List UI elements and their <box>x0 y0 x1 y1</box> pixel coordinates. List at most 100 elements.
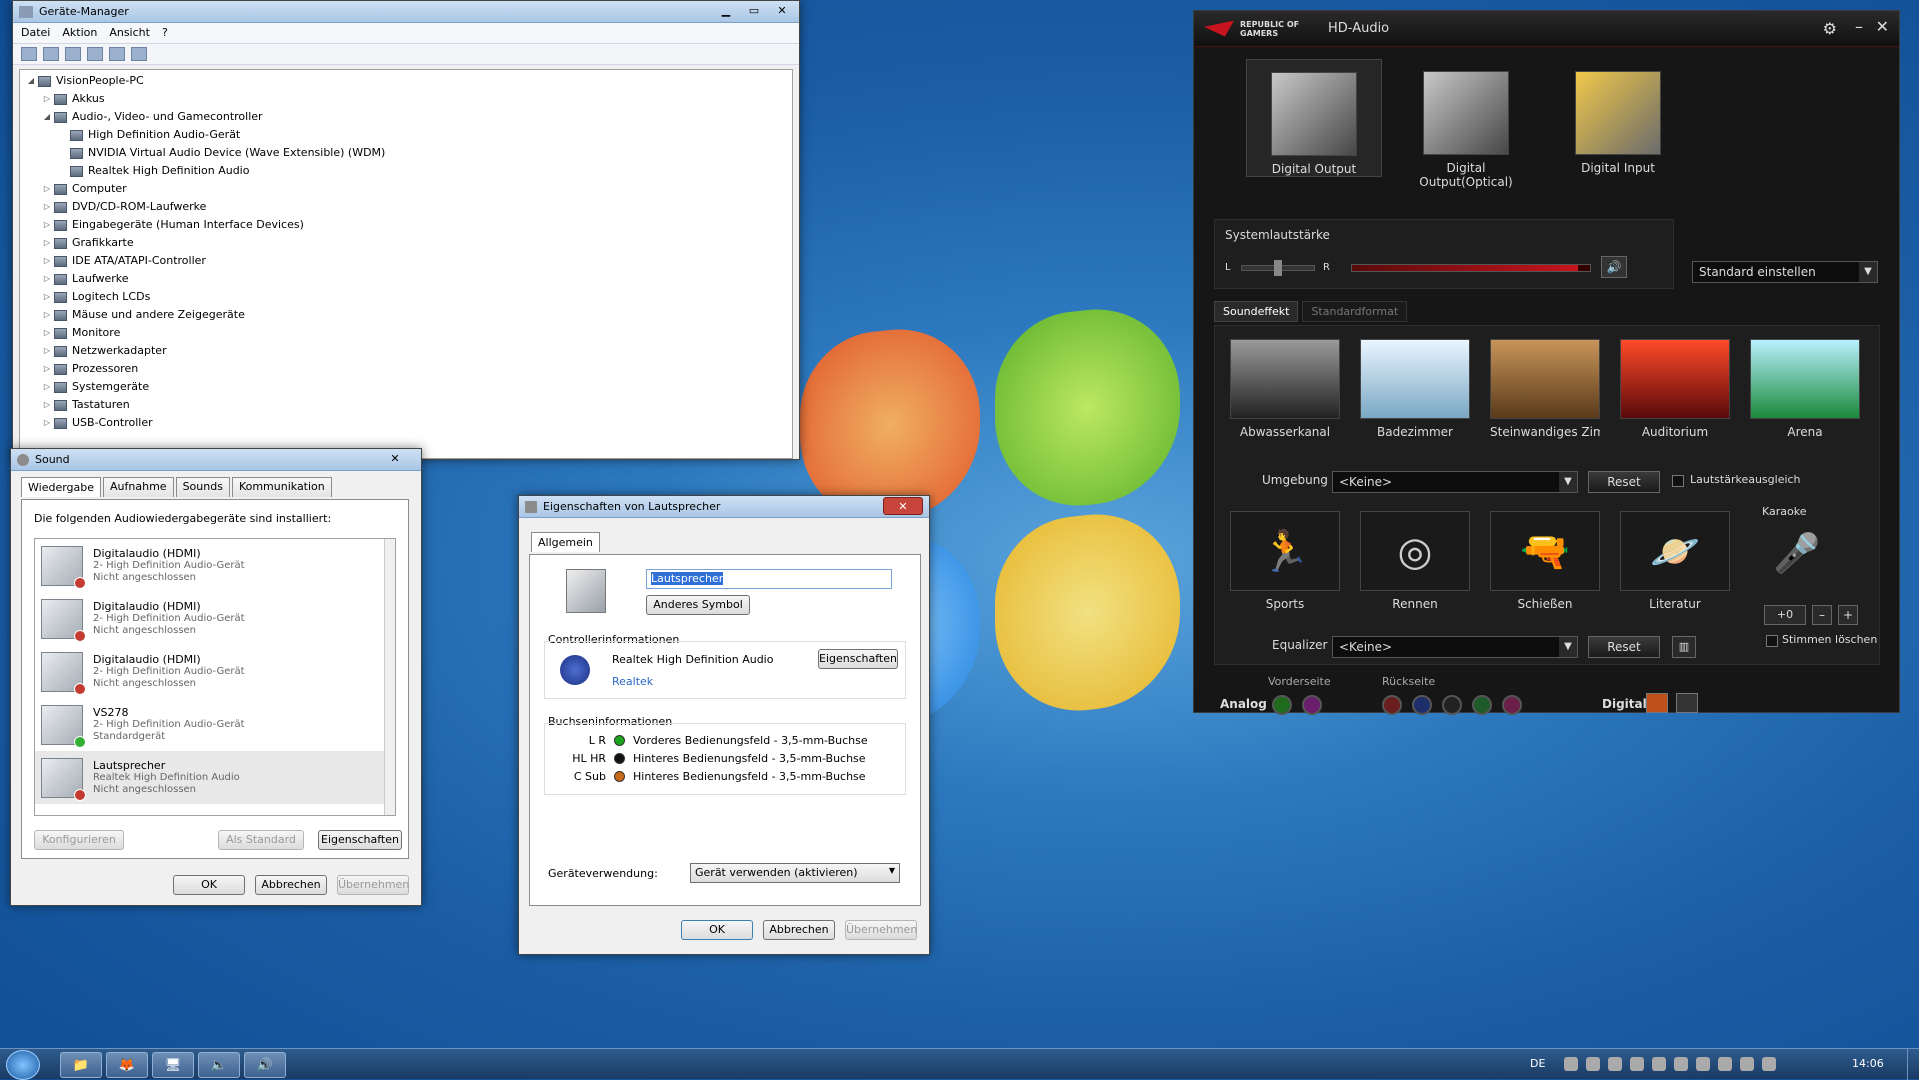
tree-item[interactable]: ▷ Eingabegeräte (Human Interface Devices) <box>20 216 792 234</box>
tab-aufnahme[interactable]: Aufnahme <box>103 477 174 497</box>
karaoke-minus-button[interactable]: – <box>1812 605 1832 625</box>
gear-icon[interactable]: ⚙ <box>1823 19 1837 38</box>
expand-toggle-icon[interactable]: ◢ <box>42 108 52 126</box>
tray-icon[interactable] <box>1762 1057 1776 1071</box>
audio-jack-icon[interactable] <box>1442 695 1462 715</box>
expand-toggle-icon[interactable]: ▷ <box>42 324 52 342</box>
digital-optical-icon[interactable] <box>1676 693 1698 713</box>
output-device-2[interactable]: Digital Input <box>1550 59 1686 175</box>
equalizer-preset-tile[interactable]: ◎ Rennen <box>1360 511 1470 611</box>
tree-item[interactable]: ▷ Akkus <box>20 90 792 108</box>
set-default-button[interactable]: Als Standard <box>218 830 304 850</box>
audio-jack-icon[interactable] <box>1472 695 1492 715</box>
scan-hardware-icon[interactable] <box>131 47 147 61</box>
explorer-taskbar-icon[interactable]: 📁 <box>60 1052 102 1078</box>
volume-slider[interactable] <box>1351 264 1591 272</box>
tray-icon[interactable] <box>1564 1057 1578 1071</box>
equalizer-preset-tile[interactable]: 🪐 Literatur <box>1620 511 1730 611</box>
menu-item[interactable]: ? <box>162 26 168 40</box>
tray-icon[interactable] <box>1608 1057 1622 1071</box>
expand-toggle-icon[interactable]: ▷ <box>42 396 52 414</box>
environment-tile[interactable]: Steinwandiges Zimmer <box>1490 339 1600 439</box>
expand-toggle-icon[interactable]: ▷ <box>42 198 52 216</box>
tree-item[interactable]: ▷ Netzwerkadapter <box>20 342 792 360</box>
change-symbol-button[interactable]: Anderes Symbol <box>646 595 750 615</box>
tree-item[interactable]: ▷ Systemgeräte <box>20 378 792 396</box>
loudness-checkbox[interactable] <box>1672 475 1684 487</box>
audio-manager-taskbar-icon[interactable]: 🔊 <box>244 1052 286 1078</box>
tree-item[interactable]: ▷ Monitore <box>20 324 792 342</box>
expand-toggle-icon[interactable]: ▷ <box>42 414 52 432</box>
properties-ok-button[interactable]: OK <box>681 920 753 940</box>
expand-toggle-icon[interactable]: ▷ <box>42 360 52 378</box>
expand-toggle-icon[interactable]: ▷ <box>42 90 52 108</box>
expand-toggle-icon[interactable]: ▷ <box>42 288 52 306</box>
device-manager-taskbar-icon[interactable]: 🖥 <box>152 1052 194 1078</box>
expand-toggle-icon[interactable]: ▷ <box>42 216 52 234</box>
expand-toggle-icon[interactable]: ▷ <box>42 342 52 360</box>
sound-properties-button[interactable]: Eigenschaften <box>318 830 402 850</box>
expand-toggle-icon[interactable]: ▷ <box>42 270 52 288</box>
help-icon[interactable] <box>87 47 103 61</box>
tree-item[interactable]: ◢ Audio-, Video- und Gamecontroller <box>20 108 792 126</box>
equalizer-preset-tile[interactable]: 🔫 Schießen <box>1490 511 1600 611</box>
menu-item[interactable]: Aktion <box>62 26 97 40</box>
tree-item[interactable]: High Definition Audio-Gerät <box>20 126 792 144</box>
audio-jack-icon[interactable] <box>1302 695 1322 715</box>
tree-item[interactable]: ▷ USB-Controller <box>20 414 792 432</box>
tree-item[interactable]: ▷ Tastaturen <box>20 396 792 414</box>
tab-allgemein[interactable]: Allgemein <box>531 532 600 552</box>
digital-coax-icon[interactable] <box>1646 693 1668 713</box>
properties-icon[interactable] <box>109 47 125 61</box>
tray-icon[interactable] <box>1674 1057 1688 1071</box>
properties-titlebar[interactable]: Eigenschaften von Lautsprecher <box>519 496 929 518</box>
device-manager-titlebar[interactable]: Geräte-Manager <box>13 1 799 23</box>
equalizer-select[interactable]: <Keine> ▼ <box>1332 636 1578 658</box>
menu-item[interactable]: Datei <box>21 26 50 40</box>
properties-cancel-button[interactable]: Abbrechen <box>763 920 835 940</box>
equalizer-reset-button[interactable]: Reset <box>1588 636 1660 658</box>
show-hide-icon[interactable] <box>65 47 81 61</box>
equalizer-preset-tile[interactable]: 🏃 Sports <box>1230 511 1340 611</box>
controller-vendor-link[interactable]: Realtek <box>612 675 653 688</box>
environment-tile[interactable]: Arena <box>1750 339 1860 439</box>
tray-icon[interactable] <box>1718 1057 1732 1071</box>
audio-jack-icon[interactable] <box>1382 695 1402 715</box>
expand-toggle-icon[interactable]: ▷ <box>42 252 52 270</box>
tree-item[interactable]: ▷ Logitech LCDs <box>20 288 792 306</box>
sound-cancel-button[interactable]: Abbrechen <box>255 875 327 895</box>
tree-item[interactable]: ▷ DVD/CD-ROM-Laufwerke <box>20 198 792 216</box>
output-device-1[interactable]: Digital Output(Optical) <box>1398 59 1534 189</box>
output-device-0[interactable]: Digital Output <box>1246 59 1382 177</box>
firefox-taskbar-icon[interactable]: 🦊 <box>106 1052 148 1078</box>
close-icon[interactable]: ✕ <box>1876 17 1889 36</box>
karaoke-plus-button[interactable]: + <box>1838 605 1858 625</box>
default-device-select[interactable]: Standard einstellen ▼ <box>1692 261 1878 283</box>
environment-reset-button[interactable]: Reset <box>1588 471 1660 493</box>
minimize-icon[interactable]: – <box>1855 17 1863 36</box>
equalizer-bars-icon[interactable]: ▥ <box>1672 636 1696 658</box>
controller-properties-button[interactable]: Eigenschaften <box>818 649 898 669</box>
tree-item[interactable]: Realtek High Definition Audio <box>20 162 792 180</box>
tray-icon[interactable] <box>1630 1057 1644 1071</box>
rog-tab[interactable]: Standardformat <box>1302 301 1408 322</box>
environment-tile[interactable]: Badezimmer <box>1360 339 1470 439</box>
sound-titlebar[interactable]: Sound <box>11 449 421 471</box>
tree-item[interactable]: ▷ Prozessoren <box>20 360 792 378</box>
start-button[interactable] <box>6 1050 40 1080</box>
language-indicator[interactable]: DE <box>1530 1057 1545 1070</box>
sound-taskbar-icon[interactable]: 🔈 <box>198 1052 240 1078</box>
tray-icon[interactable] <box>1740 1057 1754 1071</box>
audio-jack-icon[interactable] <box>1502 695 1522 715</box>
forward-icon[interactable] <box>43 47 59 61</box>
tree-item[interactable]: ◢ VisionPeople-PC <box>20 72 792 90</box>
tray-icon[interactable] <box>1652 1057 1666 1071</box>
audio-jack-icon[interactable] <box>1412 695 1432 715</box>
list-item[interactable]: Lautsprecher Realtek High Definition Audi… <box>35 751 395 804</box>
minimize-button[interactable]: ▁ <box>713 2 739 20</box>
tree-item[interactable]: ▷ Grafikkarte <box>20 234 792 252</box>
list-item[interactable]: Digitalaudio (HDMI) 2- High Definition Au… <box>35 592 395 645</box>
tree-item[interactable]: NVIDIA Virtual Audio Device (Wave Extens… <box>20 144 792 162</box>
voice-cancel-checkbox[interactable] <box>1766 635 1778 647</box>
rog-tab[interactable]: Soundeffekt <box>1214 301 1299 322</box>
